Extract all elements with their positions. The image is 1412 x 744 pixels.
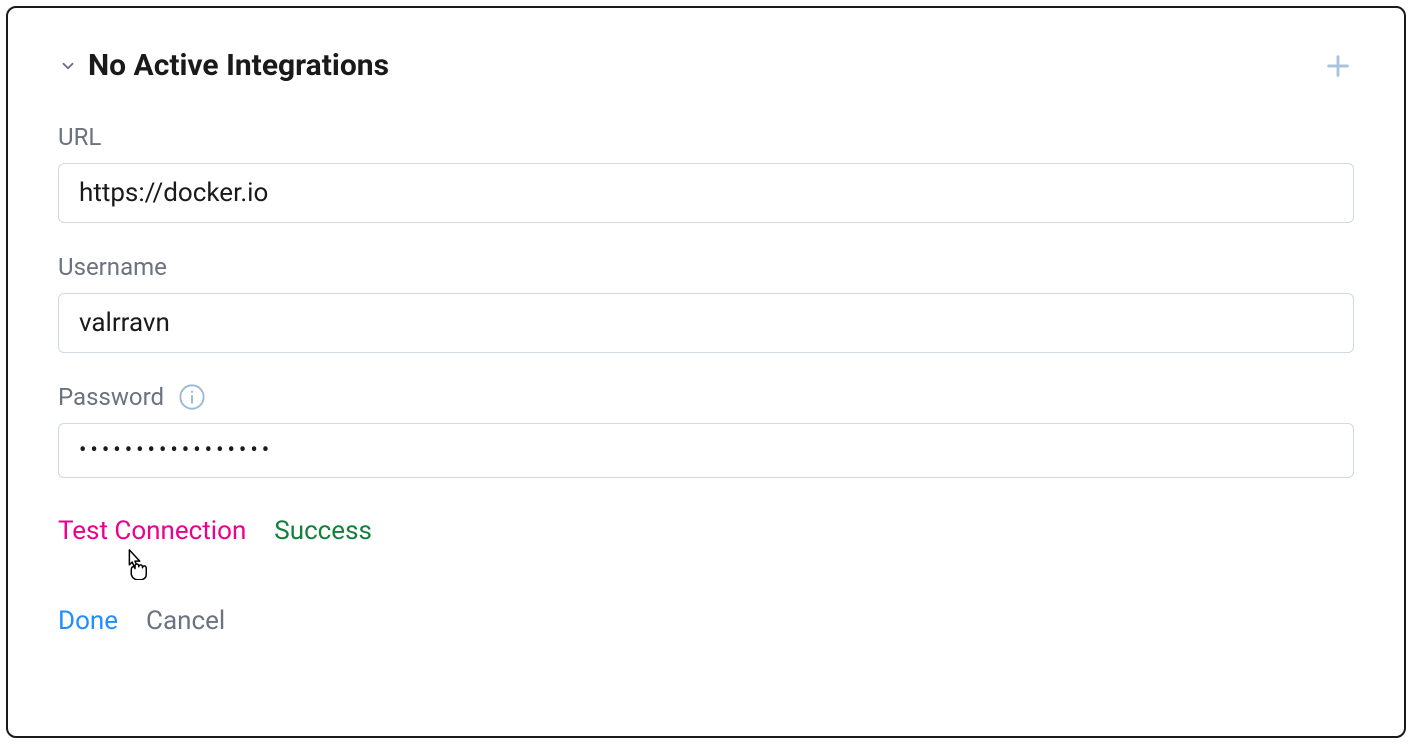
panel-header: No Active Integrations (58, 48, 1354, 83)
url-label: URL (58, 123, 1354, 151)
test-connection-row: Test Connection Success (58, 516, 1354, 546)
chevron-down-icon[interactable] (58, 56, 78, 76)
section-title: No Active Integrations (88, 48, 389, 83)
username-input[interactable] (58, 293, 1354, 353)
footer-actions: Done Cancel (58, 606, 1354, 636)
test-connection-button[interactable]: Test Connection (58, 516, 246, 546)
url-input[interactable] (58, 163, 1354, 223)
integrations-panel: No Active Integrations URL Username Pass… (6, 6, 1406, 738)
info-icon[interactable] (178, 383, 206, 411)
password-label: Password (58, 383, 1354, 411)
pointer-cursor-icon (120, 546, 150, 580)
done-button[interactable]: Done (58, 606, 118, 636)
password-input[interactable] (58, 423, 1354, 478)
add-integration-button[interactable] (1322, 50, 1354, 82)
url-field-group: URL (58, 123, 1354, 223)
password-field-group: Password (58, 383, 1354, 478)
header-left: No Active Integrations (58, 48, 389, 83)
username-label: Username (58, 253, 1354, 281)
cancel-button[interactable]: Cancel (146, 606, 225, 636)
status-badge: Success (274, 516, 372, 546)
password-label-text: Password (58, 383, 164, 411)
username-field-group: Username (58, 253, 1354, 353)
